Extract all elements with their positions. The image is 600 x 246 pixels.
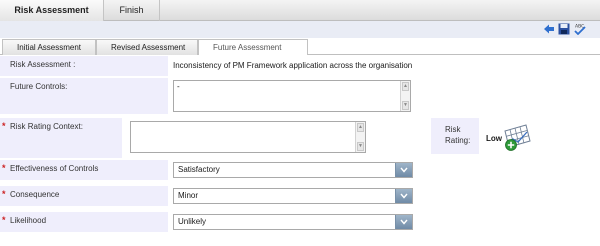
risk-rating-value: Low (486, 134, 502, 143)
chevron-down-icon[interactable] (395, 189, 412, 203)
effectiveness-value: Satisfactory (178, 165, 220, 174)
likelihood-value: Unlikely (178, 217, 207, 226)
effectiveness-select[interactable]: Satisfactory (173, 162, 413, 178)
required-marker: * (2, 189, 6, 199)
future-controls-scrollbar[interactable]: ▲ ▼ (400, 81, 410, 111)
toolbar: ABC (0, 21, 600, 38)
future-controls-textarea[interactable]: - ▲ ▼ (173, 80, 411, 112)
required-marker: * (2, 163, 6, 173)
consequence-value: Minor (178, 191, 199, 200)
chevron-down-icon[interactable] (395, 163, 412, 177)
consequence-select[interactable]: Minor (173, 188, 413, 204)
risk-rating-context-text: Risk Rating Context: (10, 122, 83, 131)
risk-assessment-value: Inconsistency of PM Framework applicatio… (173, 61, 413, 70)
chevron-down-icon[interactable] (395, 215, 412, 229)
save-icon[interactable] (558, 23, 570, 35)
assessment-tabs: Initial Assessment Revised Assessment Fu… (0, 38, 600, 55)
back-arrow-icon[interactable] (543, 23, 555, 35)
tab-risk-assessment[interactable]: Risk Assessment (0, 0, 104, 21)
scroll-up-icon[interactable]: ▲ (357, 123, 364, 132)
effectiveness-label: * Effectiveness of Controls (0, 160, 168, 180)
scroll-up-icon[interactable]: ▲ (402, 82, 409, 91)
risk-assessment-label: Risk Assessment : (0, 56, 168, 76)
tab-initial-assessment[interactable]: Initial Assessment (2, 39, 96, 55)
likelihood-label: * Likelihood (0, 212, 168, 232)
spellcheck-icon[interactable]: ABC (572, 23, 588, 36)
risk-rating-label: Risk Rating: (431, 118, 479, 154)
tab-revised-assessment[interactable]: Revised Assessment (96, 39, 198, 55)
effectiveness-row: * Effectiveness of Controls Satisfactory (0, 160, 600, 180)
risk-rating-context-textarea[interactable]: ▲ ▼ (130, 121, 366, 153)
consequence-label: * Consequence (0, 186, 168, 206)
wizard-tabs: Risk Assessment Finish (0, 0, 600, 21)
scroll-down-icon[interactable]: ▼ (402, 101, 409, 110)
risk-rating-context-label: * Risk Rating Context: (0, 118, 122, 158)
future-controls-row: Future Controls: - ▲ ▼ (0, 78, 600, 114)
risk-rating-context-scrollbar[interactable]: ▲ ▼ (355, 122, 365, 152)
scroll-down-icon[interactable]: ▼ (357, 142, 364, 151)
likelihood-select[interactable]: Unlikely (173, 214, 413, 230)
consequence-row: * Consequence Minor (0, 186, 600, 206)
tab-future-assessment[interactable]: Future Assessment (198, 39, 308, 55)
required-marker: * (2, 215, 6, 225)
consequence-text: Consequence (10, 190, 60, 199)
risk-matrix-icon[interactable] (502, 123, 532, 153)
future-controls-value: - (177, 82, 180, 91)
risk-assessment-row: Risk Assessment : Inconsistency of PM Fr… (0, 56, 600, 76)
likelihood-text: Likelihood (10, 216, 47, 225)
tab-finish[interactable]: Finish (104, 0, 160, 21)
effectiveness-text: Effectiveness of Controls (10, 164, 99, 173)
future-controls-label: Future Controls: (0, 78, 168, 114)
likelihood-row: * Likelihood Unlikely (0, 212, 600, 232)
required-marker: * (2, 121, 6, 131)
